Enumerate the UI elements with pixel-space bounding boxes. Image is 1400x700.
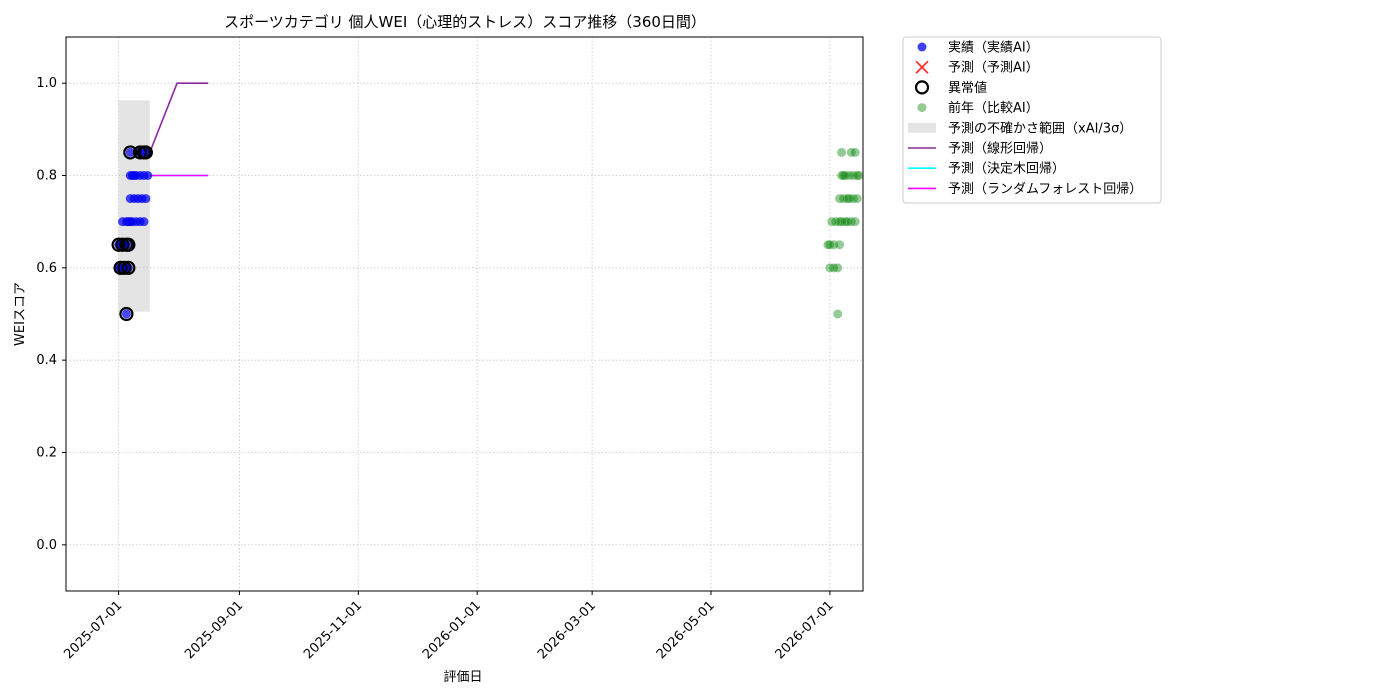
x-axis-label: 評価日 [443, 670, 482, 685]
data-point [835, 240, 845, 250]
legend-marker [917, 103, 927, 113]
plot-area: 0.0 0.2 0.4 0.6 0.8 1.0 2025-07-01 2025-09-01 20… [36, 36, 864, 662]
data-point [833, 263, 843, 273]
data-point [121, 309, 131, 319]
uncertainty-band [118, 100, 150, 312]
x-tick-label: 2025-11-01 [301, 598, 365, 662]
x-tick-label: 2026-05-01 [654, 598, 718, 662]
chart-figure: スポーツカテゴリ 個人WEI（心理的ストレス）スコア推移（360日間） 0.00… [13, 13, 1162, 685]
x-tick-label: 2026-07-01 [773, 598, 837, 662]
x-tick-label: 2025-07-01 [61, 598, 125, 662]
legend-label: 予測（予測AI） [948, 61, 1039, 76]
y-tick-label: 0.0 [36, 538, 57, 553]
data-point [833, 309, 843, 319]
legend-label: 実績（実績AI） [948, 40, 1039, 56]
data-point [850, 147, 860, 157]
x-tick-label: 2026-03-01 [535, 598, 599, 662]
plot-frame [65, 36, 864, 592]
y-tick-label: 0.4 [36, 353, 57, 368]
data-point [852, 194, 862, 204]
chart-title: スポーツカテゴリ 個人WEI（心理的ストレス）スコア推移（360日間） [224, 13, 706, 31]
legend-label: 異常値 [948, 80, 987, 96]
x-tick-label: 2026-01-01 [420, 598, 484, 662]
legend-marker [917, 42, 927, 52]
y-tick-label: 0.2 [36, 446, 57, 461]
y-axis-label: WEIスコア [13, 282, 28, 346]
legend-label: 予測（ランダムフォレスト回帰） [948, 181, 1142, 197]
y-tick-label: 0.8 [36, 169, 57, 184]
data-point [854, 171, 864, 180]
data-point [837, 147, 847, 157]
legend-label: 予測（線形回帰） [948, 141, 1052, 157]
y-tick-label: 0.6 [36, 261, 57, 276]
x-tick-label: 2025-09-01 [182, 598, 246, 662]
data-point [139, 217, 149, 227]
forecast-line [149, 82, 209, 153]
legend-marker [908, 122, 936, 133]
data-point [141, 194, 151, 204]
legend-label: 前年（比較AI） [948, 100, 1039, 116]
legend: 実績（実績AI） 予測（予測AI） 異常値前年（比較AI） 予測の不確かさ範囲（xAI… [902, 36, 1162, 204]
data-point [143, 171, 153, 180]
y-tick-label: 1.0 [36, 76, 57, 91]
legend-label: 予測（決定木回帰） [948, 161, 1065, 177]
legend-label: 予測の不確かさ範囲（xAI/3σ） [948, 120, 1132, 136]
data-point [850, 217, 860, 227]
